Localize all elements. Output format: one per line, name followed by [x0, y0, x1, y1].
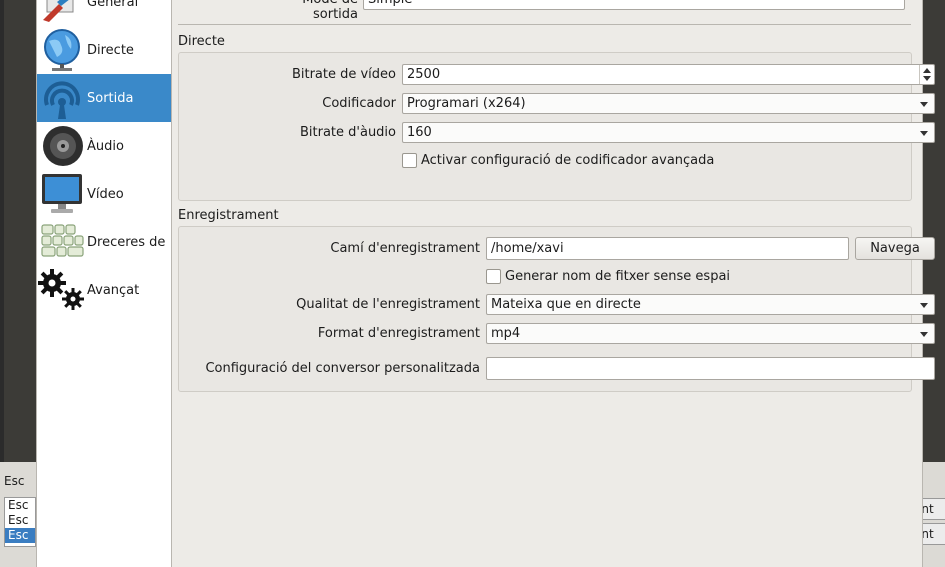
scenes-list[interactable]: Esc Esc Esc: [4, 497, 36, 547]
sidebar-item-dreceres[interactable]: Dreceres de: [37, 218, 171, 266]
sidebar-item-video[interactable]: Vídeo: [37, 170, 171, 218]
dock-button[interactable]: ent: [921, 523, 945, 545]
sidebar-item-label: General: [87, 0, 139, 10]
sidebar-item-directe[interactable]: Directe: [37, 26, 171, 74]
recording-format-value: mp4: [491, 326, 521, 341]
list-item[interactable]: Esc: [5, 528, 35, 543]
encoder-label: Codificador: [322, 96, 396, 111]
advanced-encoder-label[interactable]: Activar configuració de codificador avan…: [421, 153, 714, 168]
video-bitrate-spinbox[interactable]: 2500: [402, 64, 935, 85]
browse-button[interactable]: Navega: [855, 237, 935, 260]
no-space-filename-checkbox[interactable]: [486, 269, 501, 284]
chevron-down-icon: [920, 303, 928, 308]
recording-path-label: Camí d'enregistrament: [330, 241, 480, 256]
sidebar-item-sortida[interactable]: Sortida: [37, 74, 171, 122]
chevron-down-icon: [920, 131, 928, 136]
globe-icon: [37, 26, 87, 74]
sidebar-item-audio[interactable]: Àudio: [37, 122, 171, 170]
video-bitrate-label: Bitrate de vídeo: [291, 67, 396, 82]
recording-quality-value: Mateixa que en directe: [491, 297, 641, 312]
encoder-combo[interactable]: Programari (x264): [402, 93, 935, 114]
streaming-group-title: Directe: [178, 34, 225, 49]
audio-bitrate-value: 160: [407, 125, 432, 140]
sidebar-item-label: Dreceres de: [87, 234, 166, 250]
gears-icon: [37, 266, 87, 314]
speaker-icon: [37, 122, 87, 170]
sidebar-item-label: Àudio: [87, 138, 124, 154]
list-item[interactable]: Esc: [5, 498, 35, 513]
recording-format-label: Format d'enregistrament: [317, 326, 480, 341]
sidebar-item-label: Avançat: [87, 282, 140, 298]
settings-content: Mode de sortida Simple Directe Bitrate d…: [178, 0, 935, 567]
recording-path-input[interactable]: /home/xavi: [486, 237, 849, 260]
settings-dialog: General Directe Sortida Àudio Vídeo Drec…: [36, 0, 935, 567]
sidebar-item-label: Directe: [87, 42, 134, 58]
chevron-down-icon: [920, 102, 928, 107]
muxer-settings-input[interactable]: [486, 357, 935, 380]
encoder-value: Programari (x264): [407, 96, 526, 111]
recording-quality-combo[interactable]: Mateixa que en directe: [486, 294, 935, 315]
recording-group-title: Enregistrament: [178, 208, 279, 223]
spin-buttons[interactable]: [919, 65, 934, 84]
muxer-settings-label: Configuració del conversor personalitzad…: [205, 361, 480, 376]
advanced-encoder-checkbox[interactable]: [402, 153, 417, 168]
dock-button[interactable]: ent: [921, 498, 945, 520]
audio-bitrate-combo[interactable]: 160: [402, 122, 935, 143]
monitor-icon: [37, 170, 87, 218]
output-mode-label: Mode de sortida: [302, 0, 358, 22]
output-mode-combo[interactable]: Simple: [363, 0, 905, 10]
sidebar-item-label: Vídeo: [87, 186, 124, 202]
video-bitrate-value: 2500: [407, 67, 441, 82]
list-item[interactable]: Esc: [5, 513, 35, 528]
broadcast-icon: [37, 74, 87, 122]
separator: [178, 24, 911, 25]
audio-bitrate-label: Bitrate d'àudio: [299, 125, 396, 140]
sidebar-item-general[interactable]: General: [37, 0, 171, 26]
dock-title: Esc: [4, 474, 25, 488]
chevron-down-icon: [920, 332, 928, 337]
general-icon: [37, 0, 87, 26]
no-space-filename-label[interactable]: Generar nom de fitxer sense espai: [505, 269, 730, 284]
spin-up-icon[interactable]: [923, 68, 931, 73]
spin-down-icon[interactable]: [923, 76, 931, 81]
recording-quality-label: Qualitat de l'enregistrament: [296, 297, 480, 312]
sidebar-item-label: Sortida: [87, 90, 134, 106]
settings-sidebar: General Directe Sortida Àudio Vídeo Drec…: [37, 0, 172, 567]
recording-format-combo[interactable]: mp4: [486, 323, 935, 344]
sidebar-item-avancat[interactable]: Avançat: [37, 266, 171, 314]
keyboard-icon: [37, 218, 87, 266]
